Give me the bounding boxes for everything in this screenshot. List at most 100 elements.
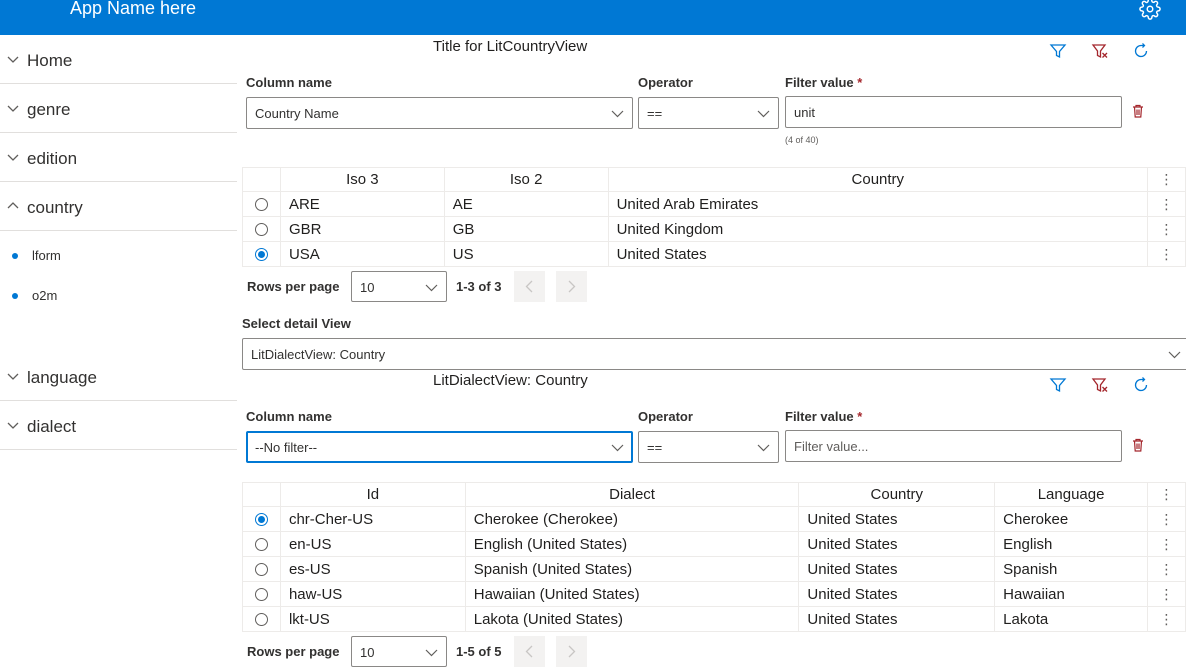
more-vertical-icon[interactable]: ⋮ (1147, 531, 1186, 557)
cell-country: United States (798, 606, 996, 632)
column-header-country[interactable]: Country (798, 482, 996, 507)
rows-per-page-label: Rows per page (247, 279, 340, 294)
chevron-down-icon (7, 154, 19, 161)
operator-label: Operator (638, 409, 693, 424)
cell-country: United States (607, 241, 1149, 267)
chevron-right-icon (568, 280, 576, 293)
column-header-iso3[interactable]: Iso 3 (279, 167, 445, 192)
next-page-button[interactable] (556, 271, 587, 302)
table-row[interactable]: ARE AE United Arab Emirates ⋮ (242, 191, 1186, 217)
next-page-button[interactable] (556, 636, 587, 667)
rows-per-page-dropdown[interactable]: 10 (351, 636, 447, 667)
table-header-row: Iso 3 Iso 2 Country ⋮ (242, 167, 1186, 192)
table-row[interactable]: haw-US Hawaiian (United States) United S… (242, 581, 1186, 607)
cell-country: United States (798, 556, 996, 582)
sidebar-subitem-label: lform (32, 248, 61, 263)
operator-dropdown[interactable]: == (638, 97, 779, 129)
column-name-dropdown[interactable]: Country Name (246, 97, 633, 129)
cell-iso3: USA (279, 241, 445, 267)
row-radio[interactable] (254, 248, 268, 262)
column-header-dialect[interactable]: Dialect (464, 482, 800, 507)
cell-dialect: English (United States) (464, 531, 800, 557)
operator-dropdown[interactable]: == (638, 431, 779, 463)
sidebar-item-home[interactable]: Home (0, 35, 237, 84)
row-radio[interactable] (254, 538, 268, 552)
more-vertical-icon[interactable]: ⋮ (1147, 556, 1186, 582)
column-header-language[interactable]: Language (994, 482, 1148, 507)
row-select-cell (242, 581, 281, 607)
sidebar-item-country[interactable]: country (0, 182, 237, 231)
filter-value-input[interactable] (785, 96, 1122, 128)
more-vertical-icon[interactable]: ⋮ (1147, 167, 1186, 192)
chevron-left-icon (525, 645, 533, 658)
pagination-range: 1-3 of 3 (456, 279, 502, 294)
dialect-table: Id Dialect Country Language ⋮ chr-Cher-U… (242, 482, 1186, 632)
column-name-dropdown[interactable]: --No filter-- (246, 431, 633, 463)
column-name-value: Country Name (255, 106, 339, 121)
row-radio[interactable] (254, 613, 268, 627)
column-header-iso2[interactable]: Iso 2 (443, 167, 609, 192)
filter-icon[interactable] (1049, 376, 1067, 394)
prev-page-button[interactable] (514, 636, 545, 667)
row-radio[interactable] (254, 513, 268, 527)
operator-value: == (647, 440, 663, 455)
prev-page-button[interactable] (514, 271, 545, 302)
chevron-down-icon (757, 444, 770, 452)
column-header-id[interactable]: Id (279, 482, 466, 507)
refresh-icon[interactable] (1132, 42, 1150, 60)
table-row[interactable]: chr-Cher-US Cherokee (Cherokee) United S… (242, 506, 1186, 532)
chevron-left-icon (525, 280, 533, 293)
row-radio[interactable] (254, 223, 268, 237)
table-header-row: Id Dialect Country Language ⋮ (242, 482, 1186, 507)
sidebar-item-label: dialect (27, 417, 77, 436)
more-vertical-icon[interactable]: ⋮ (1147, 606, 1186, 632)
rows-per-page-label: Rows per page (247, 644, 340, 659)
row-radio[interactable] (254, 563, 268, 577)
more-vertical-icon[interactable]: ⋮ (1147, 482, 1186, 507)
clear-filter-icon[interactable] (1091, 376, 1109, 394)
row-radio[interactable] (254, 198, 268, 212)
chevron-down-icon (425, 649, 438, 657)
filter-icon[interactable] (1049, 42, 1067, 60)
sidebar-item-language[interactable]: language (0, 352, 237, 401)
sidebar-item-edition[interactable]: edition (0, 133, 237, 182)
gear-icon[interactable] (1139, 0, 1161, 20)
table-row[interactable]: USA US United States ⋮ (242, 241, 1186, 267)
chevron-down-icon (757, 110, 770, 118)
more-vertical-icon[interactable]: ⋮ (1147, 216, 1186, 242)
detail-view-dropdown[interactable]: LitDialectView: Country (242, 338, 1186, 370)
sidebar-subitem-o2m[interactable]: o2m (0, 282, 237, 312)
cell-language: English (994, 531, 1148, 557)
bullet-icon (12, 293, 18, 299)
trash-icon[interactable] (1130, 103, 1146, 119)
column-name-label: Column name (246, 75, 332, 90)
select-column-header (242, 482, 281, 507)
trash-icon[interactable] (1130, 437, 1146, 453)
table-row[interactable]: GBR GB United Kingdom ⋮ (242, 216, 1186, 242)
cell-country: United States (798, 531, 996, 557)
column-header-country[interactable]: Country (607, 167, 1149, 192)
table-row[interactable]: lkt-US Lakota (United States) United Sta… (242, 606, 1186, 632)
operator-value: == (647, 106, 663, 121)
dialect-view-title: LitDialectView: Country (433, 372, 588, 389)
sidebar-item-dialect[interactable]: dialect (0, 401, 237, 450)
more-vertical-icon[interactable]: ⋮ (1147, 506, 1186, 532)
refresh-icon[interactable] (1132, 376, 1150, 394)
chevron-down-icon (7, 422, 19, 429)
cell-iso2: AE (443, 191, 609, 217)
filter-value-input[interactable] (785, 430, 1122, 462)
more-vertical-icon[interactable]: ⋮ (1147, 191, 1186, 217)
clear-filter-icon[interactable] (1091, 42, 1109, 60)
table-row[interactable]: en-US English (United States) United Sta… (242, 531, 1186, 557)
table-row[interactable]: es-US Spanish (United States) United Sta… (242, 556, 1186, 582)
rows-per-page-dropdown[interactable]: 10 (351, 271, 447, 302)
more-vertical-icon[interactable]: ⋮ (1147, 581, 1186, 607)
sidebar-subitem-lform[interactable]: lform (0, 242, 237, 272)
more-vertical-icon[interactable]: ⋮ (1147, 241, 1186, 267)
sidebar-item-genre[interactable]: genre (0, 84, 237, 133)
chevron-down-icon (611, 444, 624, 452)
operator-label: Operator (638, 75, 693, 90)
cell-iso3: GBR (279, 216, 445, 242)
column-name-value: --No filter-- (255, 440, 318, 455)
row-radio[interactable] (254, 588, 268, 602)
